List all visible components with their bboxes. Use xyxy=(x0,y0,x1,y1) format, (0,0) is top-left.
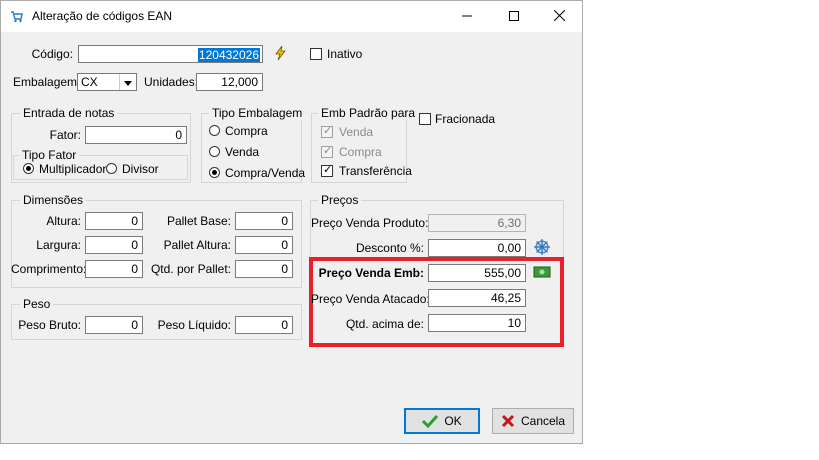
qtd-pallet-field[interactable]: 0 xyxy=(235,260,293,278)
qtd-pallet-label: Qtd. por Pallet: xyxy=(150,262,231,276)
pallet-base-field[interactable]: 0 xyxy=(235,212,293,230)
codigo-label: Código: xyxy=(31,47,73,61)
qtd-acima-label: Qtd. acima de: xyxy=(345,317,424,331)
fator-label: Fator: xyxy=(49,128,81,142)
emb-compra-checkbox[interactable]: ✓ xyxy=(321,145,333,158)
peso-title: Peso xyxy=(20,297,54,311)
maximize-button[interactable] xyxy=(491,1,537,32)
comprimento-label: Comprimento: xyxy=(11,262,87,276)
compra-radio[interactable] xyxy=(209,125,220,136)
money-icon[interactable] xyxy=(533,265,551,279)
maximize-icon xyxy=(509,11,519,21)
multiplicador-radio[interactable] xyxy=(23,163,34,174)
pallet-altura-label: Pallet Altura: xyxy=(163,238,231,252)
qtd-acima-field[interactable]: 10 xyxy=(428,314,526,332)
preco-venda-atacado-label: Preço Venda Atacado: xyxy=(311,292,430,306)
emb-venda-checkbox[interactable]: ✓ xyxy=(321,125,333,138)
inativo-label: Inativo xyxy=(327,47,363,61)
codigo-field[interactable]: 120432026 xyxy=(78,45,263,63)
lightning-icon[interactable] xyxy=(273,45,287,61)
precos-title: Preços xyxy=(318,193,362,207)
desconto-label: Desconto %: xyxy=(355,241,424,255)
pallet-altura-field[interactable]: 0 xyxy=(235,236,293,254)
compra-label: Compra xyxy=(225,124,268,138)
preco-venda-produto-label: Preço Venda Produto: xyxy=(311,216,429,230)
fator-field[interactable]: 0 xyxy=(85,126,187,144)
peso-liquido-label: Peso Líquido: xyxy=(157,318,231,332)
preco-venda-produto-field[interactable]: 6,30 xyxy=(428,214,526,232)
venda-label: Venda xyxy=(225,145,260,159)
emb-transferencia-checkbox[interactable]: ✓ xyxy=(321,164,333,177)
embalagem-value: CX xyxy=(81,75,98,89)
altura-field[interactable]: 0 xyxy=(85,212,143,230)
embalagem-label: Embalagem: xyxy=(13,75,81,89)
preco-venda-atacado-field[interactable]: 46,25 xyxy=(428,289,526,307)
comprimento-field[interactable]: 0 xyxy=(85,260,143,278)
embalagem-select[interactable]: CX xyxy=(77,73,137,91)
unidades-label: Unidades: xyxy=(144,75,199,89)
dropdown-arrow-icon[interactable] xyxy=(119,74,136,90)
check-icon xyxy=(422,414,439,428)
preco-venda-emb-label: Preço Venda Emb: xyxy=(318,266,424,280)
compra-venda-label: Compra/Venda xyxy=(225,166,306,180)
emb-venda-label: Venda xyxy=(339,125,374,139)
inativo-checkbox[interactable] xyxy=(310,48,322,60)
ok-button[interactable]: OK xyxy=(404,408,480,434)
window-title: Alteração de códigos EAN xyxy=(32,9,173,23)
minimize-icon xyxy=(462,15,472,17)
discount-icon[interactable] xyxy=(533,238,551,256)
unidades-field[interactable]: 12,000 xyxy=(196,73,263,91)
peso-bruto-label: Peso Bruto: xyxy=(18,318,81,332)
preco-venda-emb-field[interactable]: 555,00 xyxy=(428,264,526,282)
tipo-fator-title: Tipo Fator xyxy=(19,148,80,162)
emb-padrao-title: Emb Padrão para xyxy=(318,106,419,120)
codigo-value: 120432026 xyxy=(197,48,260,62)
peso-liquido-field[interactable]: 0 xyxy=(235,316,293,334)
compra-venda-radio[interactable] xyxy=(209,167,220,178)
fracionada-label: Fracionada xyxy=(435,112,496,126)
largura-label: Largura: xyxy=(36,238,81,252)
desconto-field[interactable]: 0,00 xyxy=(428,239,526,257)
emb-compra-label: Compra xyxy=(339,145,382,159)
minimize-button[interactable] xyxy=(444,1,490,32)
fracionada-checkbox[interactable] xyxy=(419,113,431,125)
close-button[interactable] xyxy=(536,1,582,32)
title-bar: Alteração de códigos EAN xyxy=(1,1,582,32)
emb-transferencia-label: Transferência xyxy=(339,164,412,178)
altura-label: Altura: xyxy=(46,214,81,228)
cancel-button-label: Cancela xyxy=(520,414,566,428)
ok-button-label: OK xyxy=(444,414,462,428)
venda-radio[interactable] xyxy=(209,146,220,157)
dimensoes-title: Dimensões xyxy=(20,193,87,207)
dialog-window: Alteração de códigos EAN Código: 1204320… xyxy=(0,0,583,444)
multiplicador-label: Multiplicador xyxy=(39,162,107,176)
peso-bruto-field[interactable]: 0 xyxy=(85,316,143,334)
divisor-radio[interactable] xyxy=(106,163,117,174)
largura-field[interactable]: 0 xyxy=(85,236,143,254)
tipo-embalagem-title: Tipo Embalagem xyxy=(209,106,306,120)
cart-icon xyxy=(11,11,23,23)
x-icon xyxy=(501,414,515,428)
divisor-label: Divisor xyxy=(122,162,159,176)
close-icon xyxy=(553,9,565,22)
cancel-button[interactable]: Cancela xyxy=(492,408,574,434)
entrada-notas-title: Entrada de notas xyxy=(20,106,118,120)
pallet-base-label: Pallet Base: xyxy=(166,214,231,228)
